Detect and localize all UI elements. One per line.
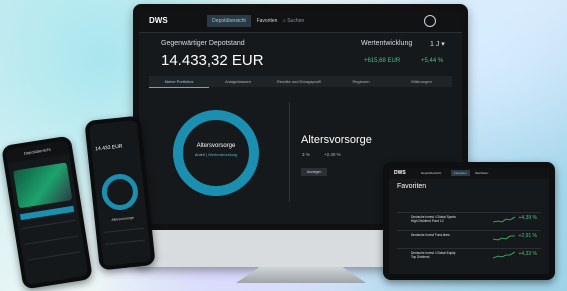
development-label: Wertentwicklung — [361, 40, 413, 47]
tab-asset-classes[interactable]: Anlageklassen — [209, 76, 267, 87]
period-value: 1 J — [430, 41, 440, 48]
deposit-value: 14.433,32 EUR — [161, 52, 264, 69]
divider — [289, 102, 290, 202]
nav-depot-overview[interactable]: Depotübersicht — [207, 15, 251, 27]
tablet-nav-watchlists[interactable]: Wertlisten — [475, 171, 488, 175]
tab-my-portfolios[interactable]: Meine Portfolios — [149, 76, 209, 88]
tab-return-profile[interactable]: Rendite und Ertragsprofil — [267, 76, 331, 87]
dws-logo: DWS — [149, 16, 168, 25]
fund-name: Deutsche Invest Fund-lines — [411, 233, 450, 237]
sparkline-chart — [493, 235, 515, 241]
detail-percent: 3 % — [302, 152, 310, 157]
tablet-row[interactable]: Deutsche Invest I Global Equity Top Divi… — [397, 248, 541, 263]
user-circle-icon[interactable] — [424, 15, 436, 27]
phone-left-divider-2 — [24, 235, 79, 245]
phone-right-value: 14.433 EUR — [94, 143, 123, 153]
change-percent: +5,44 % — [421, 58, 444, 64]
tablet-screen: DWS Depotübersicht Favoriten Wertlisten … — [389, 168, 549, 274]
portfolio-tabs: Meine Portfolios Anlageklassen Rendite u… — [149, 76, 452, 88]
fund-change: +4,39 % — [518, 215, 538, 221]
fund-name: Deutsche Invest I Global Equity Top Divi… — [411, 251, 456, 259]
phone-left-divider-3 — [27, 251, 81, 261]
change-absolute: +615,68 EUR — [364, 58, 401, 64]
phone-right-divider-2 — [105, 239, 146, 245]
phone-right-ring-label: Altersvorsorge — [111, 215, 135, 223]
tablet-topbar: DWS Depotübersicht Favoriten Wertlisten — [389, 168, 549, 179]
tablet-row[interactable]: Deutsche Invest I Global Sports High Div… — [397, 212, 541, 227]
phone-left-divider-1 — [22, 219, 76, 230]
sparkline-chart — [493, 216, 515, 223]
top-navigation: DWS Depotübersicht Favoriten ⌕ Suchen — [139, 10, 462, 33]
phone-left-header: Depotübersicht — [5, 139, 70, 164]
search-input[interactable]: ⌕ Suchen — [283, 15, 343, 27]
ring-title: Altersvorsorge — [196, 143, 236, 149]
sparkline-chart — [493, 251, 515, 259]
ring-sub-right: Wertentwicklung — [208, 152, 238, 157]
show-button[interactable]: Anzeigen — [301, 168, 327, 176]
tablet-logo: DWS — [394, 170, 406, 176]
ring-sub-left: Anteil — [194, 152, 205, 157]
deposit-label: Gegenwärtiger Depotstand — [161, 40, 245, 47]
phone-left-accent-bar — [19, 205, 75, 221]
tab-regions[interactable]: Regionen — [331, 76, 391, 87]
phone-right-screen: 14.433 EUR Altersvorsorge — [88, 119, 152, 267]
phone-right-ring-chart[interactable] — [100, 172, 140, 212]
tablet-row[interactable]: Deutsche Invest Fund-lines +2,91 % — [397, 230, 541, 245]
ring-subtitle: Anteil | Wertentwicklung — [194, 152, 238, 157]
tablet-nav-favorites[interactable]: Favoriten — [451, 170, 470, 176]
detail-change: +2,40 % — [324, 152, 341, 157]
phone-left-banner-image — [13, 162, 73, 209]
tablet: DWS Depotübersicht Favoriten Wertlisten … — [383, 162, 555, 280]
fund-change: +4,33 % — [518, 251, 538, 257]
tablet-nav-depot[interactable]: Depotübersicht — [421, 171, 441, 175]
detail-title: Altersvorsorge — [301, 134, 372, 146]
fund-change: +2,91 % — [518, 233, 538, 239]
fund-name: Deutsche Invest I Global Sports High Div… — [411, 215, 456, 223]
phone-right-divider-1 — [103, 227, 144, 233]
search-placeholder: Suchen — [287, 18, 305, 24]
tab-currencies[interactable]: Währungen — [391, 76, 452, 87]
period-select[interactable]: 1 J ▾ — [430, 40, 445, 48]
nav-favorites[interactable]: Favoriten — [253, 15, 281, 27]
tablet-title: Favoriten — [397, 183, 427, 190]
